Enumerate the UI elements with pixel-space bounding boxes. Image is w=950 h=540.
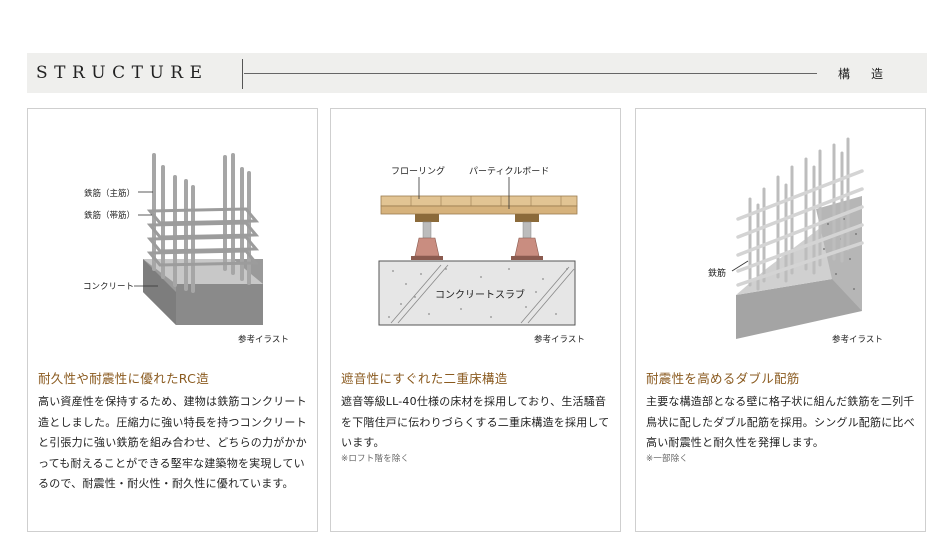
header-separator: [242, 59, 243, 89]
card-double-rebar: 鉄筋 参考イラスト 耐震性を高めるダブル配筋 主要な構造部となる壁に格子状に組ん…: [635, 108, 926, 532]
label-rebar: 鉄筋: [708, 267, 726, 279]
card-body: 遮音等級LL-40仕様の床材を採用しており、生活騒音を下階住戸に伝わりづらくする…: [341, 392, 613, 466]
card-body: 高い資産性を保持するため、建物は鉄筋コンクリート造としました。圧縮力に強い特長を…: [38, 392, 310, 495]
label-flooring: フローリング: [391, 165, 445, 177]
flooring-layer: [380, 195, 578, 207]
card-note: ※ロフト階を除く: [341, 453, 410, 464]
label-concrete: コンクリート: [83, 282, 134, 292]
illustration-caption: 参考イラスト: [832, 334, 883, 345]
illustration-caption: 参考イラスト: [238, 334, 289, 345]
double-floor-illustration: フローリング パーティクルボード コンクリートスラブ 参考イラスト: [378, 165, 585, 345]
card-title: 遮音性にすぐれた二重床構造: [341, 371, 508, 386]
card-body: 主要な構造部となる壁に格子状に組んだ鉄筋を二列千鳥状に配したダブル配筋を採用。シ…: [646, 392, 918, 466]
particle-board-layer: [380, 205, 578, 215]
label-concrete-slab: コンクリートスラブ: [435, 288, 525, 301]
card-title: 耐久性や耐震性に優れたRC造: [38, 371, 209, 386]
rc-structure-illustration: 鉄筋（主筋） 鉄筋（帯筋） コンクリート 参考イラスト: [83, 153, 289, 345]
card-body-text: 遮音等級LL-40仕様の床材を採用しており、生活騒音を下階住戸に伝わりづらくする…: [341, 395, 610, 449]
card-note: ※一部除く: [646, 453, 689, 464]
header-rule: [244, 73, 817, 74]
label-main-rebar: 鉄筋（主筋）: [84, 188, 135, 199]
section-title: STRUCTURE: [36, 63, 209, 83]
section-header: STRUCTURE 構造: [27, 53, 927, 93]
label-particle-board: パーティクルボード: [469, 166, 549, 177]
card-title: 耐震性を高めるダブル配筋: [646, 371, 800, 386]
floor-support-left: [411, 214, 443, 260]
section-title-jp: 構造: [838, 67, 905, 81]
label-hoop-rebar: 鉄筋（帯筋）: [84, 210, 135, 221]
concrete-block-face: [176, 284, 263, 325]
illustration-caption: 参考イラスト: [534, 334, 585, 345]
card-rc-structure: 鉄筋（主筋） 鉄筋（帯筋） コンクリート 参考イラスト 耐久性や耐震性に優れたR…: [27, 108, 318, 532]
card-body-text: 主要な構造部となる壁に格子状に組んだ鉄筋を二列千鳥状に配したダブル配筋を採用。シ…: [646, 395, 915, 449]
card-double-floor: フローリング パーティクルボード コンクリートスラブ 参考イラスト 遮音性にすぐ…: [330, 108, 621, 532]
double-rebar-illustration: 鉄筋 参考イラスト: [708, 137, 883, 345]
floor-support-right: [511, 214, 543, 260]
card-body-text: 高い資産性を保持するため、建物は鉄筋コンクリート造としました。圧縮力に強い特長を…: [38, 395, 307, 490]
